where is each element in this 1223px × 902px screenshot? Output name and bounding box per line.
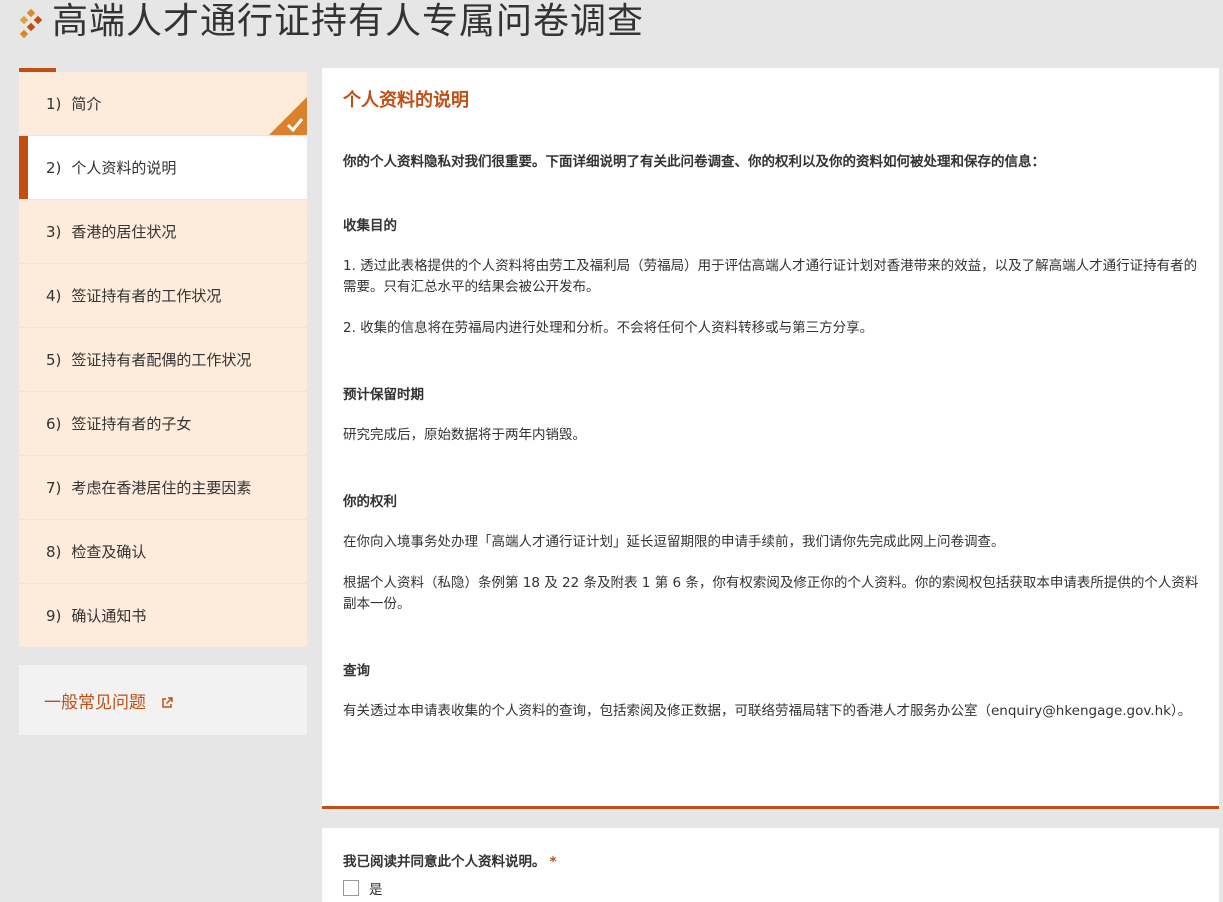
page: 高端人才通行证持有人专属问卷调查 1) 简介 2) 个人资料的说明 3) 香港的… [0, 0, 1223, 902]
step-number: 7) [46, 478, 62, 497]
rights-paragraph-1: 在你向入境事务处办理「高端人才通行证计划」延长逗留期限的申请手续前，我们请你先完… [343, 534, 1005, 550]
faq-label: 一般常见问题 [44, 692, 146, 713]
step-number: 8) [46, 542, 62, 561]
step-number: 6) [46, 414, 62, 433]
step-number: 4) [46, 286, 62, 305]
check-icon [269, 97, 307, 135]
faq-box: 一般常见问题 [19, 665, 307, 735]
step-label: 签证持有者的工作状况 [71, 287, 222, 305]
step-label: 确认通知书 [71, 607, 147, 625]
step-label: 检查及确认 [71, 543, 147, 561]
step-label: 考虑在香港居住的主要因素 [71, 479, 252, 497]
faq-link[interactable]: 一般常见问题 [44, 688, 174, 713]
agreement-question-text: 我已阅读并同意此个人资料说明。 [343, 854, 546, 870]
step-review[interactable]: 8) 检查及确认 [19, 520, 307, 583]
agreement-panel: 我已阅读并同意此个人资料说明。 * 是 [322, 828, 1219, 902]
purpose-paragraph-1: 1. 透过此表格提供的个人资料将由劳工及福利局（劳福局）用于评估高端人才通行证计… [343, 258, 1198, 295]
intro-text: 你的个人资料隐私对我们很重要。下面详细说明了有关此问卷调查、你的权利以及你的资料… [343, 154, 1045, 170]
personal-data-panel: 个人资料的说明 你的个人资料隐私对我们很重要。下面详细说明了有关此问卷调查、你的… [322, 68, 1219, 809]
step-number: 5) [46, 350, 62, 369]
step-residence[interactable]: 3) 香港的居住状况 [19, 200, 307, 263]
step-holder-work[interactable]: 4) 签证持有者的工作状况 [19, 264, 307, 327]
step-label: 签证持有者的子女 [71, 415, 192, 433]
agreement-question: 我已阅读并同意此个人资料说明。 * [343, 850, 1199, 870]
step-number: 1) [46, 94, 62, 113]
retention-paragraph: 研究完成后，原始数据将于两年内销毁。 [343, 427, 586, 443]
rights-paragraph-2: 根据个人资料（私隐）条例第 18 及 22 条及附表 1 第 6 条，你有权索阅… [343, 575, 1199, 612]
step-label: 香港的居住状况 [71, 223, 177, 241]
step-label: 简介 [71, 95, 102, 113]
step-personal-data[interactable]: 2) 个人资料的说明 [19, 136, 307, 199]
required-mark: * [549, 854, 557, 870]
step-spouse-work[interactable]: 5) 签证持有者配偶的工作状况 [19, 328, 307, 391]
section-title: 个人资料的说明 [343, 90, 469, 111]
agree-option-label: 是 [369, 882, 383, 898]
external-link-icon [162, 696, 174, 708]
step-label: 签证持有者配偶的工作状况 [71, 351, 252, 369]
step-children[interactable]: 6) 签证持有者的子女 [19, 392, 307, 455]
diamond-logo-icon [19, 8, 43, 38]
header: 高端人才通行证持有人专属问卷调查 [0, 0, 1223, 50]
page-title: 高端人才通行证持有人专属问卷调查 [52, 1, 645, 42]
agree-option[interactable]: 是 [343, 878, 1199, 898]
agree-checkbox[interactable] [343, 880, 359, 896]
step-label: 个人资料的说明 [71, 159, 177, 177]
step-factors[interactable]: 7) 考虑在香港居住的主要因素 [19, 456, 307, 519]
retention-heading: 预计保留时期 [343, 387, 424, 403]
step-confirmation[interactable]: 9) 确认通知书 [19, 584, 307, 647]
purpose-paragraph-2: 2. 收集的信息将在劳福局内进行处理和分析。不会将任何个人资料转移或与第三方分享… [343, 320, 874, 336]
enquiry-paragraph: 有关透过本申请表收集的个人资料的查询，包括索阅及修正数据，可联络劳福局辖下的香港… [343, 703, 1192, 719]
enquiry-heading: 查询 [343, 663, 370, 679]
step-number: 3) [46, 222, 62, 241]
step-navigation: 1) 简介 2) 个人资料的说明 3) 香港的居住状况 4) 签证持有者的工作状… [19, 72, 307, 648]
step-intro[interactable]: 1) 简介 [19, 72, 307, 135]
purpose-heading: 收集目的 [343, 218, 397, 234]
rights-heading: 你的权利 [343, 494, 397, 510]
step-number: 9) [46, 606, 62, 625]
step-number: 2) [46, 158, 62, 177]
